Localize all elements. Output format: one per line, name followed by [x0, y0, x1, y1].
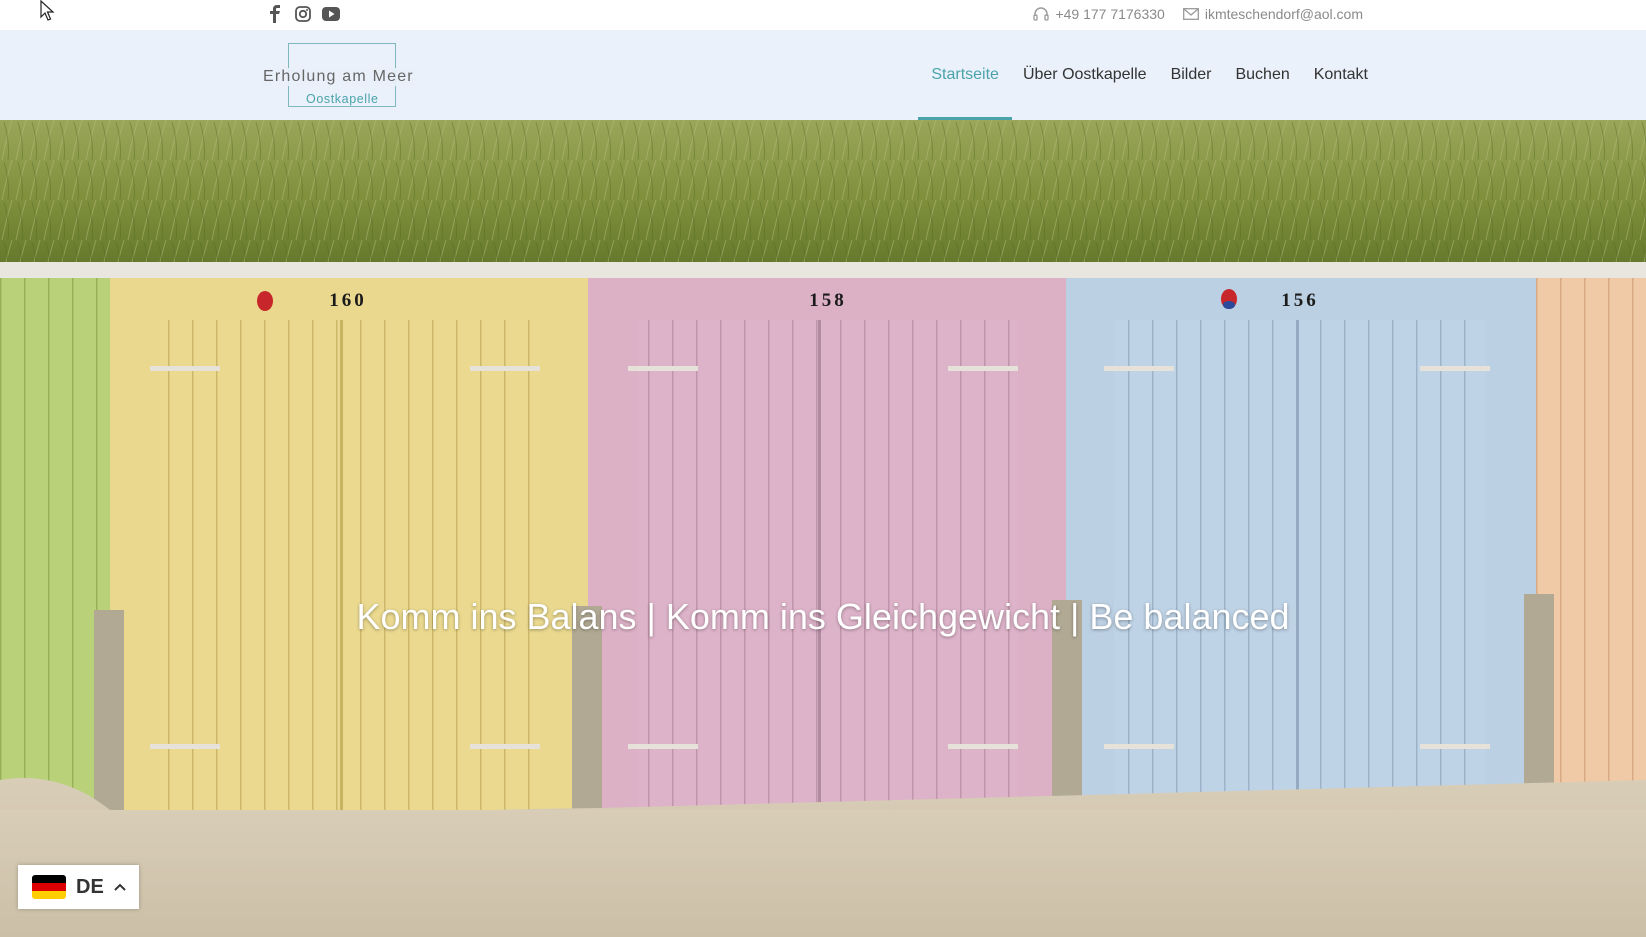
- flag-stripe-gold: [32, 891, 66, 899]
- nav-item-startseite[interactable]: Startseite: [918, 30, 1012, 120]
- mail-icon: [1182, 8, 1199, 20]
- cabin-number-158: 158: [809, 290, 847, 311]
- nav-item-bilder[interactable]: Bilder: [1171, 30, 1212, 120]
- contact-info: +49 177 7176330 ikmteschendorf@aol.com: [1033, 6, 1363, 22]
- language-switcher[interactable]: DE: [18, 865, 139, 909]
- flag-stripe-red: [32, 883, 66, 891]
- nav-item-kontakt[interactable]: Kontakt: [1314, 30, 1368, 120]
- hero-image: 160 158 156: [0, 120, 1646, 937]
- cabin-number-160: 160: [329, 290, 367, 311]
- site-logo[interactable]: Erholung am Meer Oostkapelle: [261, 42, 431, 108]
- main-nav: Startseite Über Oostkapelle Bilder Buche…: [918, 30, 1368, 120]
- cabin-number-156: 156: [1281, 290, 1319, 311]
- hero-tagline: Komm ins Balans | Komm ins Gleichgewicht…: [356, 596, 1290, 637]
- logo-subtitle: Oostkapelle: [306, 92, 379, 106]
- logo-title: Erholung am Meer: [261, 68, 416, 86]
- headset-icon: [1033, 7, 1050, 21]
- youtube-icon[interactable]: [322, 5, 340, 23]
- site-header: Erholung am Meer Oostkapelle Startseite …: [0, 30, 1646, 120]
- email-address: ikmteschendorf@aol.com: [1204, 6, 1363, 22]
- hero-banner: 160 158 156 Komm ins Balans | Komm ins G…: [0, 120, 1646, 937]
- flag-stripe-black: [32, 875, 66, 883]
- nav-item-buchen[interactable]: Buchen: [1235, 30, 1289, 120]
- social-links: [266, 5, 340, 23]
- german-flag-icon: [32, 875, 66, 899]
- phone-number: +49 177 7176330: [1055, 6, 1165, 22]
- facebook-icon[interactable]: [266, 5, 284, 23]
- language-code: DE: [76, 875, 104, 898]
- mouse-cursor-icon: [40, 0, 55, 21]
- instagram-icon[interactable]: [294, 5, 312, 23]
- nav-item-ueber-oostkapelle[interactable]: Über Oostkapelle: [1023, 30, 1147, 120]
- email-link[interactable]: ikmteschendorf@aol.com: [1182, 6, 1363, 22]
- chevron-up-icon: [114, 880, 126, 894]
- phone-link[interactable]: +49 177 7176330: [1033, 6, 1165, 22]
- top-bar: +49 177 7176330 ikmteschendorf@aol.com: [0, 0, 1646, 30]
